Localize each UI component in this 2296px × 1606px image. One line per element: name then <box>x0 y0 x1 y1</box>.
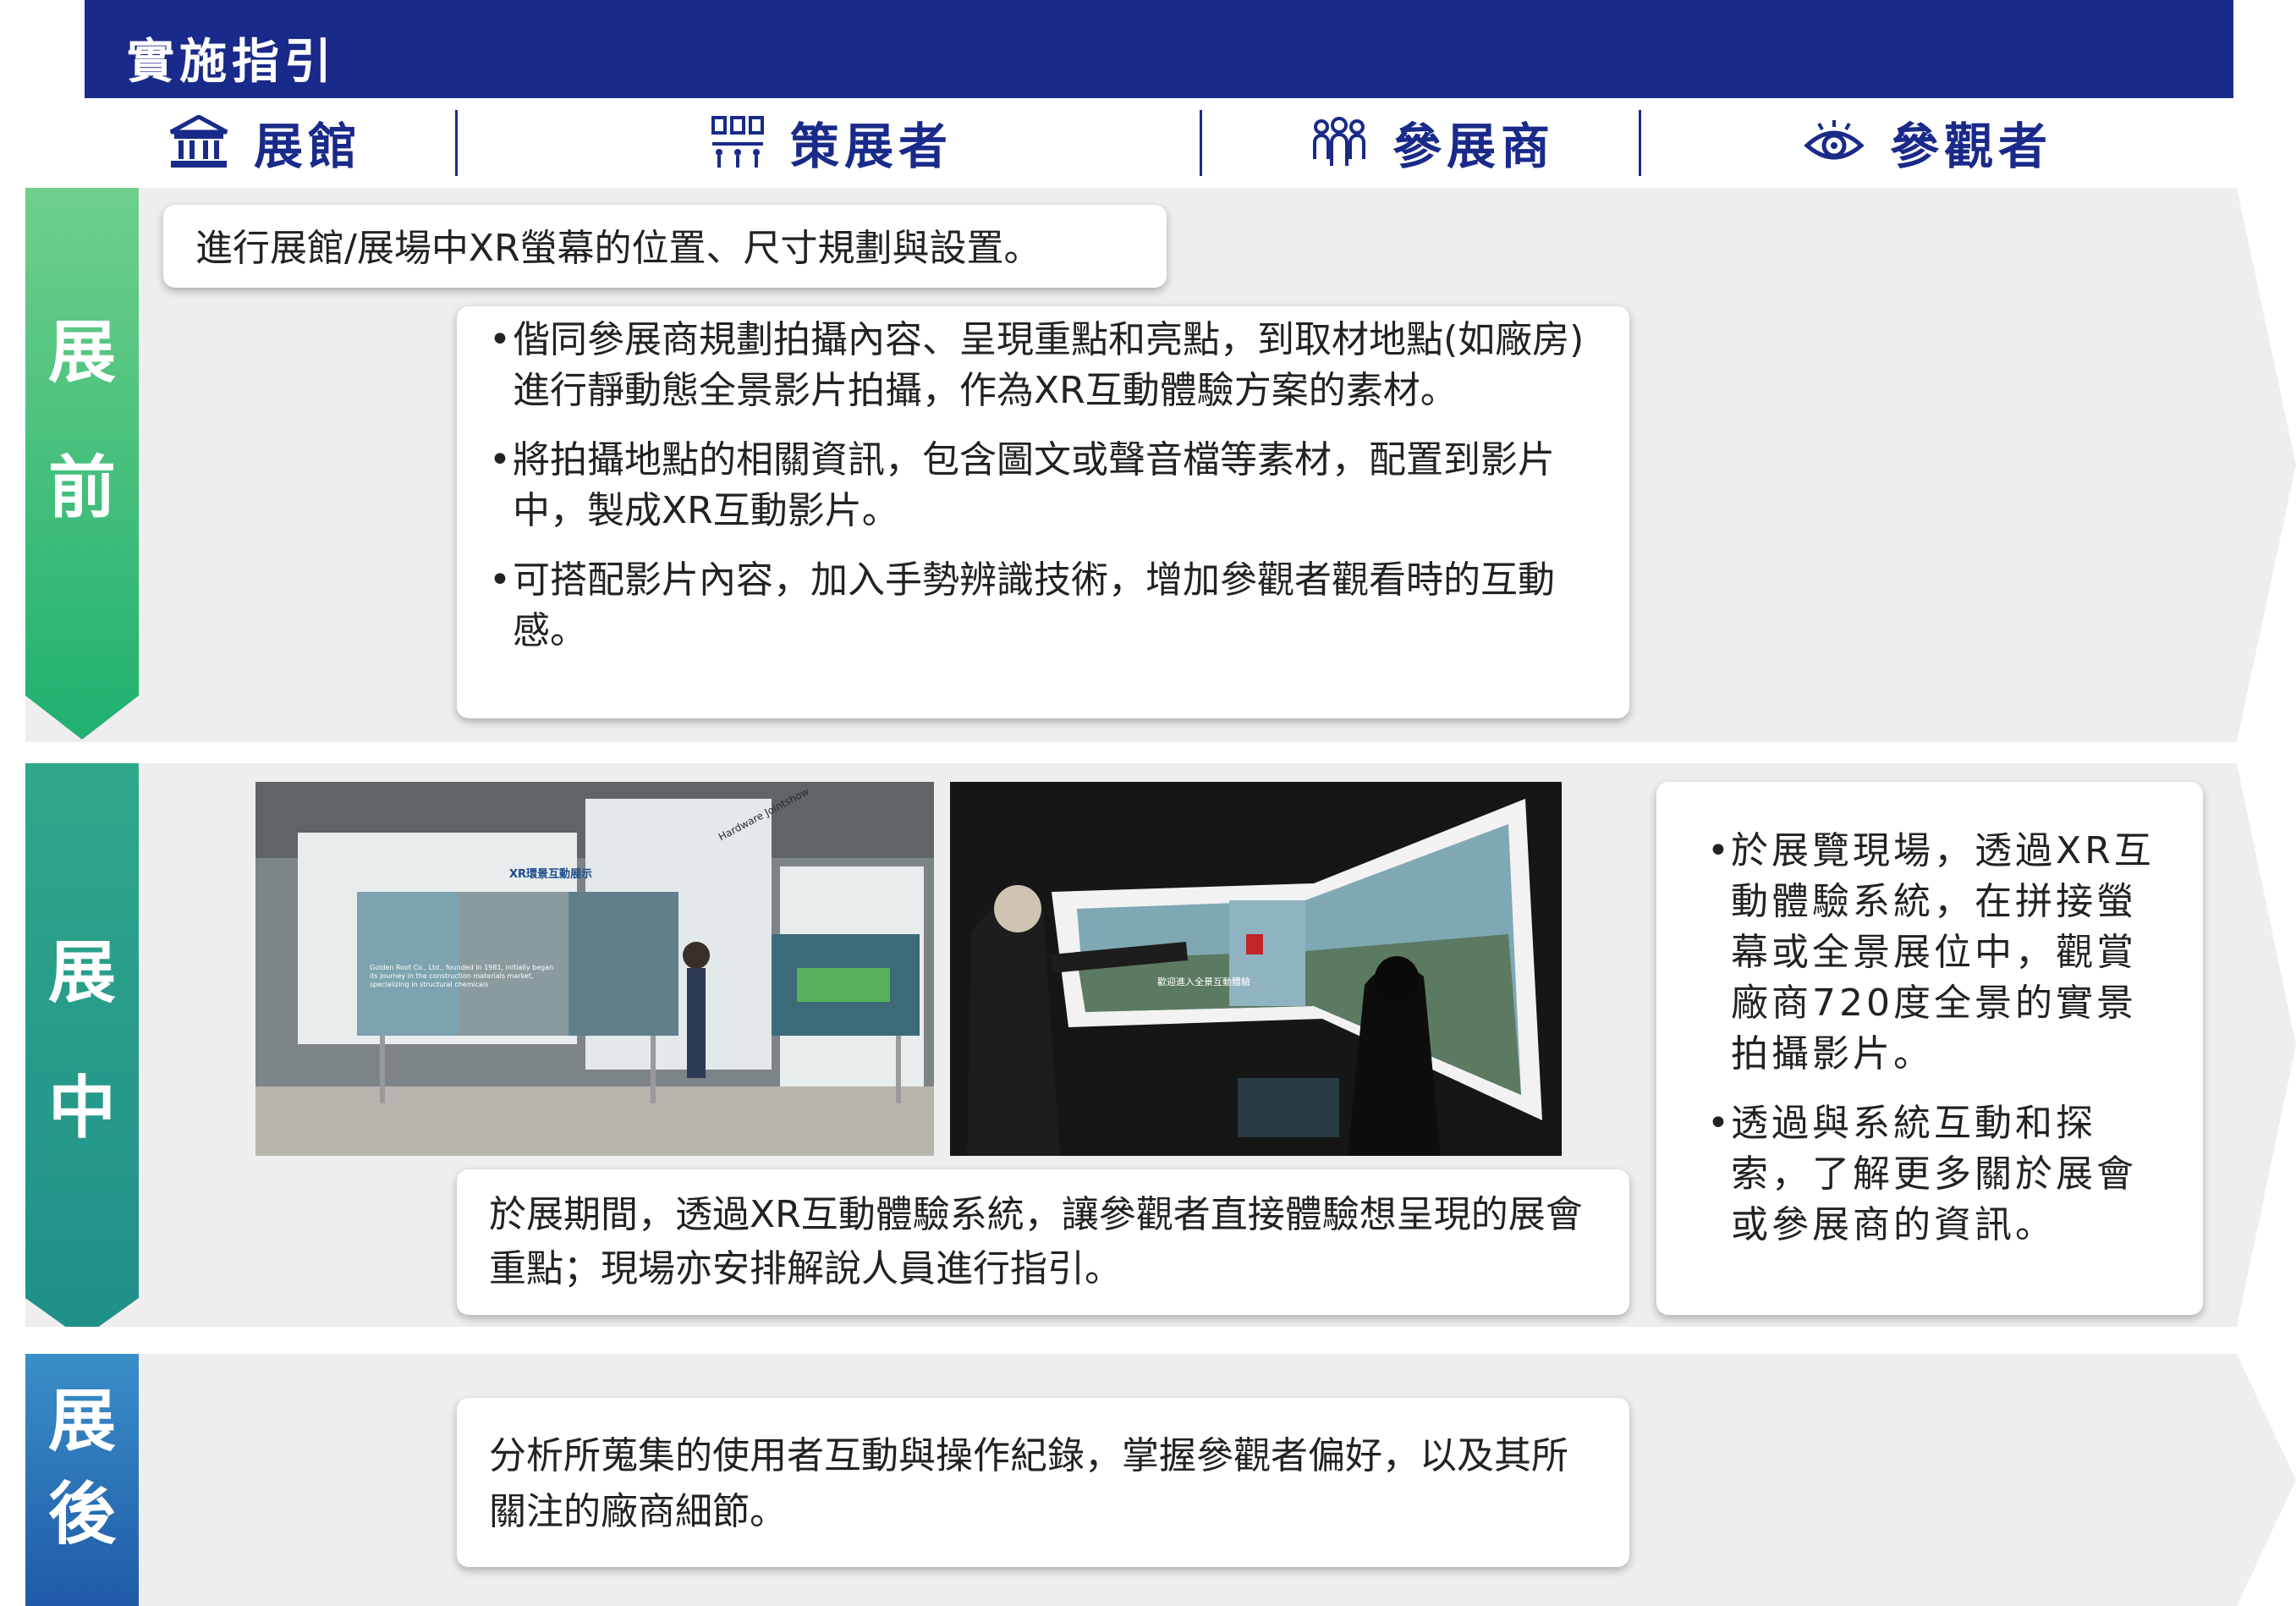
column-header-venue: 展館 <box>169 100 362 184</box>
building-icon <box>169 115 228 168</box>
curator-during-card: 於展期間，透過XR互動體驗系統，讓參觀者直接體驗想呈現的展會重點；現場亦安排解說… <box>457 1169 1629 1315</box>
list-item: 透過與系統互動和探索，了解更多關於展會或參展商的資訊。 <box>1707 1098 2171 1251</box>
column-separator <box>455 110 458 176</box>
venue-setup-text: 進行展館/展場中XR螢幕的位置、尺寸規劃與設置。 <box>195 227 1041 270</box>
venue-setup-card: 進行展館/展場中XR螢幕的位置、尺寸規劃與設置。 <box>163 205 1167 288</box>
column-header-curator: 策展者 <box>711 100 953 184</box>
column-label: 參展商 <box>1392 118 1556 175</box>
screen-caption: 歡迎進入全景互動體驗 <box>1157 976 1250 987</box>
list-item: 偕同參展商規劃拍攝內容、呈現重點和亮點，到取材地點(如廠房)進行靜動態全景影片拍… <box>489 315 1597 416</box>
visitor-during-card: 於展覽現場，透過XR互動體驗系統，在拼接螢幕或全景展位中，觀賞廠商720度全景的… <box>1656 782 2203 1315</box>
column-header-visitor: 參觀者 <box>1804 100 2052 184</box>
list-item: 可搭配影片內容，加入手勢辨識技術，增加參觀者觀看時的互動感。 <box>489 555 1597 657</box>
column-label: 展館 <box>254 118 363 175</box>
list-item: 將拍攝地點的相關資訊，包含圖文或聲音檔等素材，配置到影片中，製成XR互動影片。 <box>489 435 1597 536</box>
curator-after-text: 分析所蒐集的使用者互動與操作紀錄，掌握參觀者偏好，以及其所關注的廠商細節。 <box>489 1434 1568 1533</box>
phase-label-before: 展 前 <box>48 313 116 527</box>
eye-icon <box>1804 120 1865 160</box>
curator-prep-card: 偕同參展商規劃拍攝內容、呈現重點和亮點，到取材地點(如廠房)進行靜動態全景影片拍… <box>457 306 1629 718</box>
page-title: 實施指引 <box>127 35 337 90</box>
column-label: 參觀者 <box>1890 118 2053 175</box>
xr-booth-photo: XR環景互動展示 Hardware Jointshow Golden Root … <box>255 782 934 1156</box>
curator-during-text: 於展期間，透過XR互動體驗系統，讓參觀者直接體驗想呈現的展會重點；現場亦安排解說… <box>489 1193 1583 1290</box>
column-separator <box>1200 110 1202 176</box>
list-item: 於展覽現場，透過XR互動體驗系統，在拼接螢幕或全景展位中，觀賞廠商720度全景的… <box>1707 826 2171 1080</box>
title-bar: 實施指引 <box>85 0 2233 98</box>
screen-caption: Golden Root Co., Ltd., founded in 1981, … <box>370 964 554 988</box>
wraparound-screen-photo: 歡迎進入全景互動體驗 <box>950 782 1562 1156</box>
column-header-exhibitor: 參展商 <box>1311 100 1555 184</box>
column-label: 策展者 <box>790 118 953 175</box>
column-separator <box>1639 110 1641 176</box>
phase-label-after: 展 後 <box>48 1382 116 1554</box>
people-group-icon <box>1313 117 1365 166</box>
curator-after-card: 分析所蒐集的使用者互動與操作紀錄，掌握參觀者偏好，以及其所關注的廠商細節。 <box>457 1398 1629 1567</box>
booth-title-sign: XR環景互動展示 <box>509 868 593 881</box>
phase-label-during: 展 中 <box>48 933 116 1147</box>
booth-network-icon <box>711 116 764 168</box>
